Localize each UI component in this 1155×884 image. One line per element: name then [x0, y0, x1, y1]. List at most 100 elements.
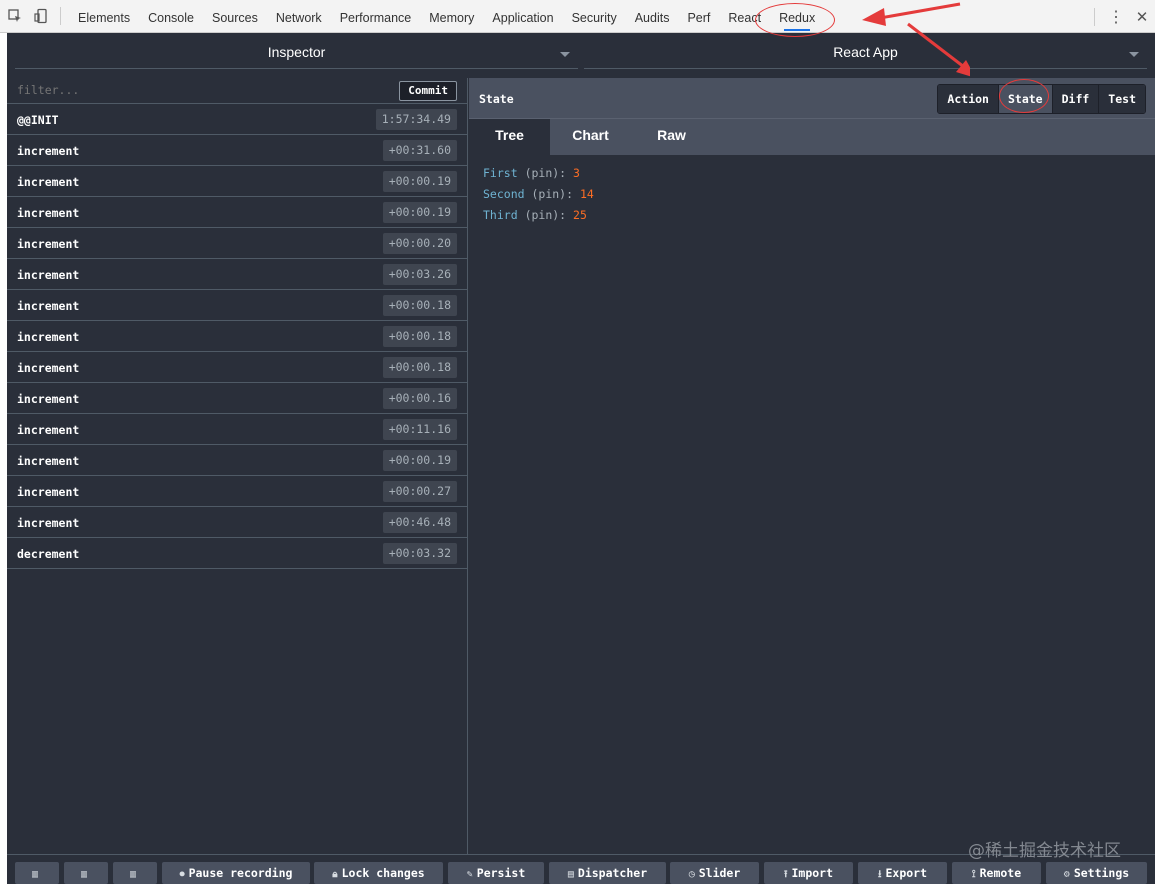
action-list-item[interactable]: increment +00:31.60	[7, 135, 467, 166]
tab-react[interactable]: React	[719, 0, 770, 33]
keyboard-icon: ▤	[567, 869, 574, 880]
tabbar-divider	[60, 7, 61, 25]
filter-input[interactable]	[17, 83, 317, 97]
more-options-icon[interactable]: ⋮	[1103, 7, 1129, 27]
dispatcher-label: Dispatcher	[577, 866, 648, 880]
tabbar-divider	[1094, 7, 1095, 26]
layout-left-button[interactable]: ▥	[15, 862, 59, 884]
tab-elements[interactable]: Elements	[69, 0, 139, 33]
layout-icon: ▥	[129, 869, 137, 880]
inspector-mode-tabs: Action State Diff Test	[937, 84, 1146, 114]
tree-value: 14	[579, 187, 594, 201]
device-toolbar-icon[interactable]	[30, 6, 52, 26]
action-list-item[interactable]: increment +00:11.16	[7, 414, 467, 445]
import-button[interactable]: ⭱ Import	[764, 862, 853, 884]
action-name: increment	[17, 268, 80, 282]
tree-key: Second	[483, 187, 525, 201]
action-name: increment	[17, 454, 80, 468]
lock-changes-button[interactable]: 🔒︎ Lock changes	[314, 862, 443, 884]
action-list-item[interactable]: increment +00:00.18	[7, 352, 467, 383]
action-timestamp: +00:00.18	[382, 326, 457, 347]
tab-state[interactable]: State	[997, 85, 1052, 113]
action-name: increment	[17, 330, 80, 344]
action-timestamp: +00:00.19	[382, 171, 457, 192]
tab-network[interactable]: Network	[267, 0, 331, 33]
tab-tree[interactable]: Tree	[469, 119, 550, 155]
monitor-select-value: Inspector	[267, 44, 326, 60]
tab-diff[interactable]: Diff	[1051, 85, 1099, 113]
download-icon: ⭳	[877, 869, 882, 880]
action-list-item[interactable]: increment +00:00.27	[7, 476, 467, 507]
pause-recording-button[interactable]: ⏺ Pause recording	[162, 862, 310, 884]
tree-pin: (pin):	[531, 187, 574, 201]
inspector-header: State Action State Diff Test	[469, 78, 1155, 119]
action-list-item[interactable]: increment +00:00.18	[7, 290, 467, 321]
inspector-pane: State Action State Diff Test Tree Chart …	[469, 78, 1155, 854]
action-timestamp: +00:46.48	[382, 512, 457, 533]
filter-row: Commit	[7, 78, 467, 104]
tree-node[interactable]: Second (pin): 14	[483, 186, 1141, 207]
action-list-item[interactable]: increment +00:03.26	[7, 259, 467, 290]
action-name: increment	[17, 175, 80, 189]
tab-test[interactable]: Test	[1098, 85, 1145, 113]
action-timestamp: +00:03.26	[382, 264, 457, 285]
layout-bottom-button[interactable]: ▥	[113, 862, 157, 884]
remote-button[interactable]: ⟟ Remote	[952, 862, 1041, 884]
settings-button[interactable]: ⚙ Settings	[1046, 862, 1147, 884]
tab-console[interactable]: Console	[139, 0, 203, 33]
action-name: increment	[17, 516, 80, 530]
action-timestamp: 1:57:34.49	[375, 109, 457, 130]
action-name: increment	[17, 237, 80, 251]
action-list-item[interactable]: increment +00:00.19	[7, 197, 467, 228]
instance-select[interactable]: React App	[584, 39, 1147, 69]
close-devtools-icon[interactable]: ✕	[1129, 8, 1155, 26]
chevron-down-icon	[560, 52, 570, 57]
action-timestamp: +00:00.16	[382, 388, 457, 409]
action-timestamp: +00:03.32	[382, 543, 457, 564]
export-button[interactable]: ⭳ Export	[858, 862, 947, 884]
slider-button[interactable]: ◷ Slider	[670, 862, 759, 884]
inspect-element-icon[interactable]	[4, 6, 26, 26]
tree-node[interactable]: Third (pin): 25	[483, 207, 1141, 228]
tab-security[interactable]: Security	[563, 0, 626, 33]
tab-redux[interactable]: Redux	[770, 0, 824, 33]
tree-key: Third	[483, 208, 518, 222]
action-list-item[interactable]: increment +00:46.48	[7, 507, 467, 538]
tab-memory[interactable]: Memory	[420, 0, 483, 33]
action-list: @@INIT 1:57:34.49 increment +00:31.60 increm…	[7, 104, 467, 569]
tab-action[interactable]: Action	[938, 85, 998, 113]
dispatcher-button[interactable]: ▤ Dispatcher	[549, 862, 666, 884]
tab-raw[interactable]: Raw	[631, 119, 712, 155]
settings-label: Settings	[1073, 866, 1130, 880]
layout-right-button[interactable]: ▥	[64, 862, 108, 884]
tree-node[interactable]: First (pin): 3	[483, 165, 1141, 186]
action-list-item[interactable]: increment +00:00.20	[7, 228, 467, 259]
tab-perf[interactable]: Perf	[678, 0, 719, 33]
tab-performance[interactable]: Performance	[331, 0, 421, 33]
tab-sources[interactable]: Sources	[203, 0, 267, 33]
monitor-select[interactable]: Inspector	[15, 39, 578, 69]
action-timestamp: +00:00.18	[382, 295, 457, 316]
upload-icon: ⭱	[783, 869, 788, 880]
action-list-item[interactable]: increment +00:00.16	[7, 383, 467, 414]
action-list-item[interactable]: decrement +00:03.32	[7, 538, 467, 569]
tab-application[interactable]: Application	[483, 0, 562, 33]
export-label: Export	[885, 866, 928, 880]
tree-value: 25	[573, 208, 587, 222]
action-list-item[interactable]: increment +00:00.19	[7, 445, 467, 476]
tab-audits[interactable]: Audits	[626, 0, 679, 33]
remote-label: Remote	[979, 866, 1022, 880]
action-name: increment	[17, 423, 80, 437]
action-name: increment	[17, 392, 80, 406]
persist-button[interactable]: ✎ Persist	[448, 862, 544, 884]
gear-icon: ⚙	[1063, 869, 1070, 880]
action-list-item[interactable]: increment +00:00.19	[7, 166, 467, 197]
tab-chart[interactable]: Chart	[550, 119, 631, 155]
antenna-icon: ⟟	[971, 869, 976, 880]
action-list-item[interactable]: increment +00:00.18	[7, 321, 467, 352]
action-name: @@INIT	[17, 113, 59, 127]
tree-key: First	[483, 166, 518, 180]
action-list-item[interactable]: @@INIT 1:57:34.49	[7, 104, 467, 135]
commit-button[interactable]: Commit	[399, 81, 457, 101]
instance-select-value: React App	[833, 44, 898, 60]
